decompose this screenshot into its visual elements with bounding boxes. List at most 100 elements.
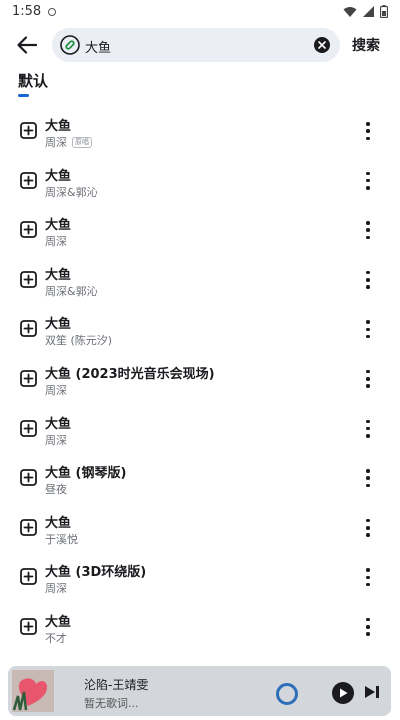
search-results-list: 大鱼 周深 原唱 大鱼 周深&郭沁 大鱼 周深 大鱼 周深&郭沁 大鱼 双笙 (…	[0, 106, 400, 652]
song-artist: 双笙 (陈元汐)	[45, 334, 113, 348]
watermark-ring-icon	[276, 683, 298, 705]
add-box-icon[interactable]	[20, 370, 37, 387]
result-row[interactable]: 大鱼 周深&郭沁	[0, 255, 400, 305]
play-button[interactable]	[332, 682, 354, 704]
more-vert-icon	[366, 221, 370, 225]
add-box-icon[interactable]	[20, 171, 37, 189]
more-vert-icon	[366, 469, 370, 473]
wifi-icon	[343, 6, 357, 17]
add-box-icon[interactable]	[20, 618, 37, 635]
clear-icon	[318, 41, 326, 49]
skip-next-icon[interactable]	[364, 685, 380, 699]
result-row[interactable]: 大鱼 (2023时光音乐会现场) 周深	[0, 354, 400, 404]
link-icon	[60, 35, 80, 55]
more-options-button[interactable]	[360, 419, 376, 438]
song-artist: 周深	[45, 136, 67, 149]
more-options-button[interactable]	[360, 469, 376, 488]
song-subtitle: 于溪悦	[45, 531, 78, 547]
more-options-button[interactable]	[360, 122, 376, 140]
more-vert-icon	[366, 419, 370, 424]
result-row[interactable]: 大鱼 周深	[0, 404, 400, 454]
more-options-button[interactable]	[360, 221, 376, 240]
tab-default[interactable]: 默认	[18, 70, 48, 91]
more-vert-icon	[366, 617, 370, 622]
status-bar: 1:58	[0, 0, 400, 26]
song-artist: 周深	[45, 235, 67, 249]
search-input[interactable]: 大鱼	[52, 28, 340, 62]
song-title: 大鱼	[45, 218, 72, 234]
song-artist: 不才	[45, 631, 67, 645]
result-row[interactable]: 大鱼 (3D环绕版) 周深	[0, 552, 400, 602]
song-subtitle: 周深&郭沁	[45, 184, 98, 200]
search-submit-button[interactable]: 搜索	[352, 35, 380, 55]
tab-indicator	[18, 94, 29, 97]
song-title: 大鱼	[45, 515, 72, 531]
add-box-icon[interactable]	[20, 568, 37, 586]
song-title: 大鱼	[45, 416, 72, 432]
battery-icon	[380, 5, 388, 18]
add-box-icon[interactable]	[20, 469, 37, 487]
more-vert-icon	[366, 122, 370, 126]
more-options-button[interactable]	[360, 369, 376, 388]
song-subtitle: 周深	[45, 382, 67, 398]
signal-icon	[363, 5, 374, 17]
result-row[interactable]: 大鱼 双笙 (陈元汐)	[0, 304, 400, 354]
system-icons	[343, 5, 388, 18]
song-title: 大鱼	[45, 614, 72, 630]
player-lyric: 暂无歌词...	[84, 697, 139, 710]
song-title: 大鱼	[45, 119, 72, 134]
song-subtitle: 周深 原唱	[45, 134, 92, 150]
search-header: 大鱼 搜索	[0, 26, 400, 64]
result-row[interactable]: 大鱼 周深&郭沁	[0, 156, 400, 206]
song-subtitle: 周深	[45, 233, 67, 249]
more-vert-icon	[366, 568, 370, 572]
add-box-icon[interactable]	[20, 419, 37, 437]
more-options-button[interactable]	[360, 568, 376, 587]
more-options-button[interactable]	[360, 320, 376, 339]
back-button[interactable]	[12, 30, 42, 60]
song-title: 大鱼 (钢琴版)	[45, 466, 127, 482]
song-subtitle: 周深&郭沁	[45, 283, 98, 299]
more-vert-icon	[366, 369, 370, 374]
song-title: 大鱼	[45, 267, 72, 283]
song-artist: 于溪悦	[45, 532, 78, 546]
more-vert-icon	[366, 171, 370, 176]
search-query[interactable]: 大鱼	[85, 37, 111, 56]
add-box-icon[interactable]	[20, 320, 37, 338]
more-options-button[interactable]	[360, 518, 376, 537]
song-subtitle: 周深	[45, 580, 67, 596]
add-box-icon[interactable]	[20, 270, 37, 288]
more-options-button[interactable]	[360, 617, 376, 636]
result-row[interactable]: 大鱼 于溪悦	[0, 503, 400, 553]
watermark-logo	[276, 683, 298, 705]
song-subtitle: 不才	[45, 630, 67, 646]
song-title: 大鱼 (3D环绕版)	[45, 565, 147, 581]
song-artist: 周深&郭沁	[45, 185, 98, 199]
arrow-left-icon	[17, 36, 37, 54]
more-vert-icon	[366, 518, 370, 523]
more-vert-icon	[366, 320, 370, 324]
player-track-title: 沦陷-王靖雯	[84, 678, 149, 692]
song-title: 大鱼	[45, 317, 72, 333]
more-options-button[interactable]	[360, 171, 376, 190]
result-row[interactable]: 大鱼 (钢琴版) 昼夜	[0, 453, 400, 503]
more-options-button[interactable]	[360, 270, 376, 289]
result-row[interactable]: 大鱼 不才	[0, 602, 400, 652]
song-subtitle: 周深	[45, 432, 67, 448]
song-artist: 周深	[45, 383, 67, 397]
mini-player[interactable]: 沦陷-王靖雯 暂无歌词...	[8, 666, 391, 716]
song-subtitle: 双笙 (陈元汐)	[45, 332, 112, 348]
song-artist: 周深&郭沁	[45, 284, 98, 298]
play-icon	[339, 688, 347, 698]
status-time: 1:58	[12, 4, 42, 19]
result-row[interactable]: 大鱼 周深 原唱	[0, 106, 400, 156]
clear-search-button[interactable]	[314, 37, 330, 53]
add-box-icon[interactable]	[20, 122, 37, 139]
album-cover	[12, 670, 54, 712]
add-box-icon[interactable]	[20, 221, 37, 239]
add-box-icon[interactable]	[20, 518, 37, 536]
result-row[interactable]: 大鱼 周深	[0, 205, 400, 255]
song-subtitle: 昼夜	[45, 481, 67, 497]
song-title: 大鱼	[45, 168, 72, 184]
more-vert-icon	[366, 270, 370, 275]
